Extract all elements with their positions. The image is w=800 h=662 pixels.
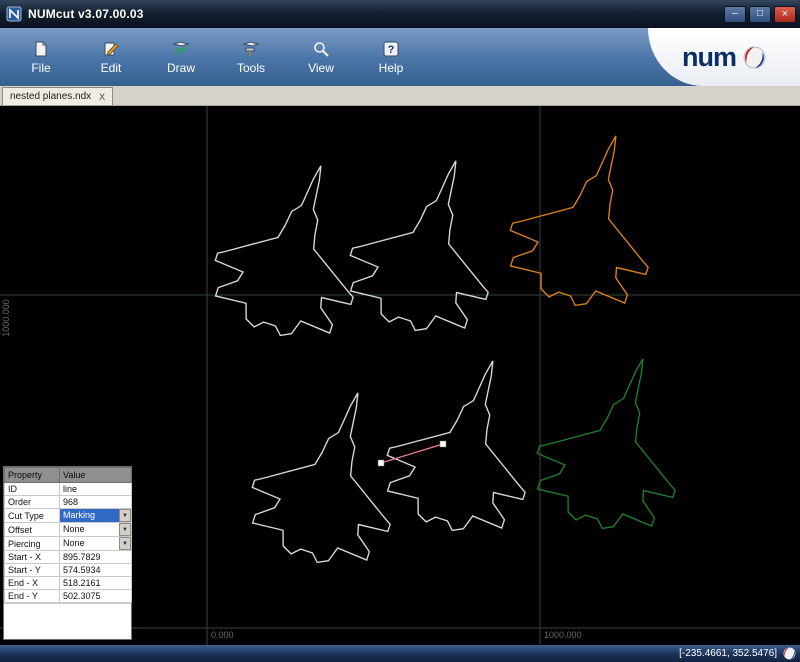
jet-outline-white-4[interactable]	[371, 339, 560, 548]
jet-outline-orange[interactable]	[494, 114, 683, 323]
property-label: End - X	[5, 577, 60, 590]
property-value-dropdown[interactable]: Marking ▼	[60, 509, 132, 523]
property-value-dropdown[interactable]: None ▼	[60, 523, 132, 537]
property-label: Start - Y	[5, 564, 60, 577]
svg-text:?: ?	[388, 44, 395, 56]
line-handle-end[interactable]	[378, 460, 384, 466]
titlebar: NUMcut v3.07.00.03 – □ ×	[0, 0, 800, 28]
property-header-row: Property Value	[5, 468, 132, 483]
jet-outline-white-2[interactable]	[334, 139, 523, 348]
num-logo-text: num	[682, 44, 736, 71]
value-column-header: Value	[60, 468, 132, 483]
tab-close-icon[interactable]: X	[99, 92, 105, 102]
menu-items: File Edit Draw Tools	[0, 28, 414, 86]
property-label: Start - X	[5, 551, 60, 564]
property-row-order: Order 968	[5, 496, 132, 509]
toolbar-item-edit[interactable]: Edit	[88, 33, 134, 81]
property-row-piercing: Piercing None ▼	[5, 537, 132, 551]
app-icon	[6, 6, 22, 22]
file-icon	[32, 40, 50, 58]
toolbar-item-file[interactable]: File	[18, 33, 64, 81]
property-label: Piercing	[5, 537, 60, 551]
property-value[interactable]: 574.5934	[60, 564, 132, 577]
minimize-button[interactable]: –	[724, 6, 746, 23]
toolbar-label-view: View	[308, 61, 334, 75]
property-row-start-x: Start - X 895.7829	[5, 551, 132, 564]
property-column-header: Property	[5, 468, 60, 483]
jet-outline-green[interactable]	[521, 337, 710, 546]
coordinate-readout: [-235.4661, 352.5476]	[679, 648, 777, 659]
property-label: Order	[5, 496, 60, 509]
toolbar-label-draw: Draw	[167, 61, 195, 75]
axis-label-x-zero: 0.000	[211, 630, 234, 640]
property-row-end-y: End - Y 502.3075	[5, 590, 132, 603]
status-bar: [-235.4661, 352.5476]	[0, 645, 800, 662]
property-label: ID	[5, 483, 60, 496]
dropdown-value[interactable]: None	[60, 537, 119, 550]
num-logo-icon	[743, 46, 766, 69]
dropdown-arrow-icon[interactable]: ▼	[119, 509, 131, 522]
draw-icon	[172, 40, 190, 58]
toolbar-label-tools: Tools	[237, 61, 265, 75]
jet-outline-white-3[interactable]	[236, 371, 425, 580]
property-value[interactable]: 502.3075	[60, 590, 132, 603]
toolbar-item-view[interactable]: View	[298, 33, 344, 81]
num-logo-small-icon	[783, 647, 796, 660]
property-row-start-y: Start - Y 574.5934	[5, 564, 132, 577]
tab-bar: nested planes.ndx X	[0, 86, 800, 106]
property-panel-empty-area	[4, 603, 131, 639]
tools-icon	[242, 40, 260, 58]
property-value[interactable]: 968	[60, 496, 132, 509]
property-row-end-x: End - X 518.2161	[5, 577, 132, 590]
window-controls: – □ ×	[724, 6, 796, 23]
property-value[interactable]: 895.7829	[60, 551, 132, 564]
toolbar-item-help[interactable]: ? Help	[368, 33, 414, 81]
axis-label-x-thousand: 1000.000	[544, 630, 582, 640]
dropdown-arrow-icon[interactable]: ▼	[119, 523, 131, 536]
toolbar-item-tools[interactable]: Tools	[228, 33, 274, 81]
axis-label-y-thousand: 1000.000	[1, 299, 11, 337]
brand-panel: num	[648, 28, 800, 86]
property-label: Offset	[5, 523, 60, 537]
jet-outline-white-1[interactable]	[199, 144, 388, 353]
property-panel: Property Value ID line Order 968 Cut Typ…	[3, 466, 132, 640]
property-row-cut-type: Cut Type Marking ▼	[5, 509, 132, 523]
edit-icon	[102, 40, 120, 58]
toolbar-item-draw[interactable]: Draw	[158, 33, 204, 81]
property-label: Cut Type	[5, 509, 60, 523]
toolbar-label-file: File	[31, 61, 50, 75]
toolbar-label-edit: Edit	[101, 61, 122, 75]
tab-label: nested planes.ndx	[10, 91, 91, 102]
property-value-dropdown[interactable]: None ▼	[60, 537, 132, 551]
dropdown-value[interactable]: Marking	[60, 509, 119, 522]
view-icon	[312, 40, 330, 58]
maximize-button[interactable]: □	[749, 6, 771, 23]
dropdown-arrow-icon[interactable]: ▼	[119, 537, 131, 550]
close-button[interactable]: ×	[774, 6, 796, 23]
dropdown-value[interactable]: None	[60, 523, 119, 536]
help-icon: ?	[382, 40, 400, 58]
property-row-id: ID line	[5, 483, 132, 496]
property-value[interactable]: 518.2161	[60, 577, 132, 590]
property-value[interactable]: line	[60, 483, 132, 496]
tab-nested-planes[interactable]: nested planes.ndx X	[2, 87, 113, 105]
property-row-offset: Offset None ▼	[5, 523, 132, 537]
toolbar-label-help: Help	[379, 61, 404, 75]
selected-line[interactable]	[381, 444, 443, 463]
window-title: NUMcut v3.07.00.03	[28, 7, 144, 21]
main-toolbar: File Edit Draw Tools	[0, 28, 800, 86]
property-label: End - Y	[5, 590, 60, 603]
line-handle-start[interactable]	[440, 441, 446, 447]
